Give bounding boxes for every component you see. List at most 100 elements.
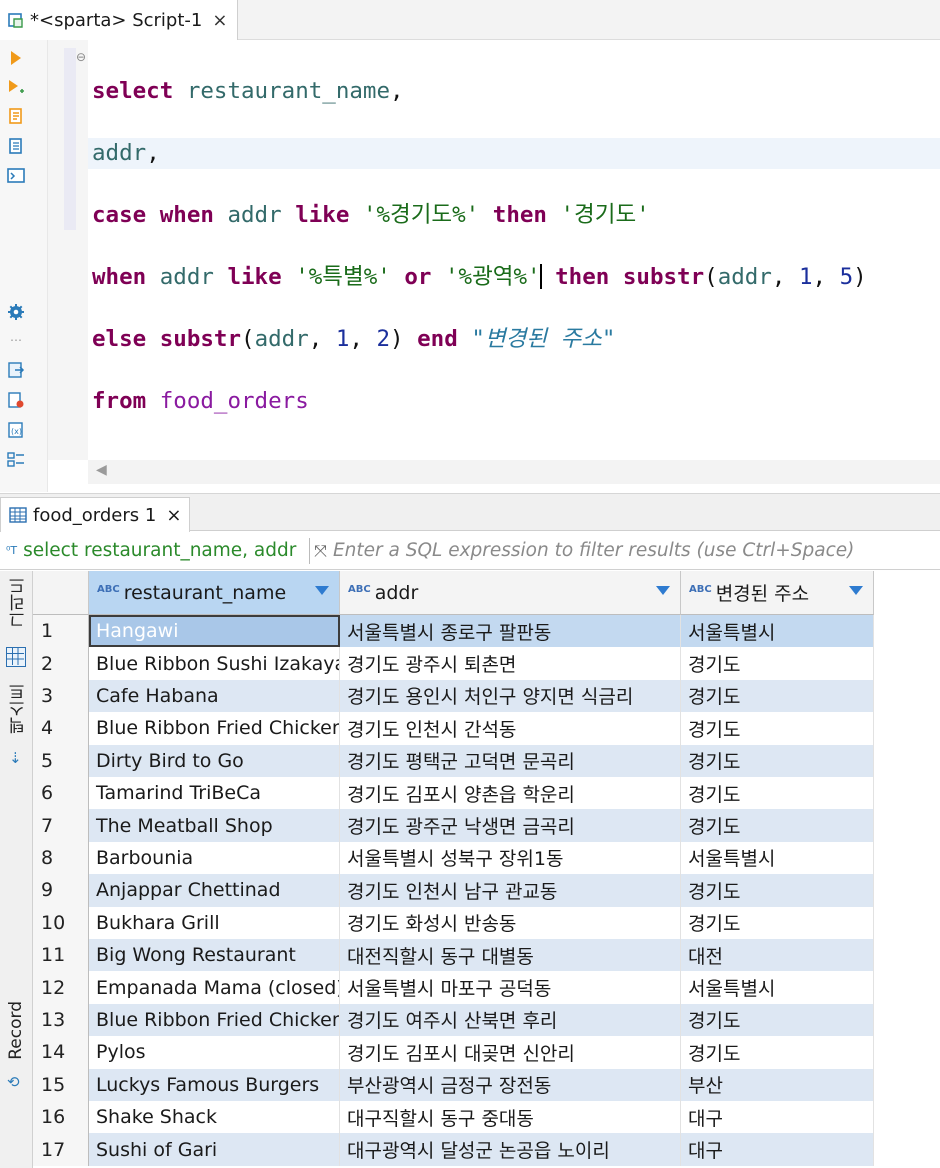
cell-changed-address[interactable]: 서울특별시 <box>681 615 874 648</box>
tab-text[interactable]: 텍스트 <box>6 683 31 734</box>
cell-addr[interactable]: 경기도 인천시 남구 관교동 <box>340 874 681 907</box>
table-row[interactable]: 7 The Meatball Shop 경기도 광주군 낙생면 금곡리 경기도 <box>33 809 874 842</box>
table-row[interactable]: 9 Anjappar Chettinad 경기도 인천시 남구 관교동 경기도 <box>33 874 874 907</box>
cell-addr[interactable]: 경기도 여주시 산북면 후리 <box>340 1003 681 1037</box>
filter-input[interactable]: Enter a SQL expression to filter results… <box>333 540 854 561</box>
cell-changed-address[interactable]: 경기도 <box>681 1036 874 1069</box>
cell-restaurant-name[interactable]: Barbounia <box>89 841 340 875</box>
cell-restaurant-name[interactable]: Anjappar Chettinad <box>89 874 340 907</box>
execute-statement-icon[interactable] <box>6 48 26 68</box>
cell-restaurant-name[interactable]: Blue Ribbon Fried Chicken <box>89 1003 340 1037</box>
cell-addr[interactable]: 대구광역시 달성군 논공읍 노이리 <box>340 1133 681 1166</box>
table-row[interactable]: 10 Bukhara Grill 경기도 화성시 반송동 경기도 <box>33 906 874 939</box>
cell-restaurant-name[interactable]: Luckys Famous Burgers <box>89 1068 340 1101</box>
settings-gear-icon[interactable] <box>6 302 26 322</box>
cell-restaurant-name[interactable]: Sushi of Gari <box>89 1133 340 1166</box>
execute-in-new-tab-icon[interactable] <box>6 78 26 98</box>
cell-restaurant-name[interactable]: Big Wong Restaurant <box>89 939 340 972</box>
cell-changed-address[interactable]: 경기도 <box>681 1003 874 1037</box>
cell-restaurant-name[interactable]: Pylos <box>89 1036 340 1069</box>
table-row[interactable]: 1 Hangawi 서울특별시 종로구 팔판동 서울특별시 <box>33 615 874 648</box>
table-row[interactable]: 16 Shake Shack 대구직할시 동구 중대동 대구 <box>33 1101 874 1134</box>
tab-grid[interactable]: 그리드 <box>6 577 31 628</box>
sort-dropdown-icon[interactable] <box>849 586 863 595</box>
sql-code[interactable]: select restaurant_name, addr, case when … <box>92 45 867 448</box>
cell-changed-address[interactable]: 경기도 <box>681 712 874 745</box>
cell-changed-address[interactable]: 경기도 <box>681 874 874 907</box>
cell-changed-address[interactable]: 경기도 <box>681 744 874 777</box>
close-icon[interactable]: × <box>166 505 181 526</box>
table-row[interactable]: 5 Dirty Bird to Go 경기도 평택군 고덕면 문곡리 경기도 <box>33 744 874 777</box>
column-header-changed-address[interactable]: ABC 변경된 주소 <box>681 571 874 615</box>
tab-food-orders-1[interactable]: food_orders 1 × <box>0 497 190 532</box>
cell-restaurant-name[interactable]: Blue Ribbon Sushi Izakaya <box>89 647 340 680</box>
variables-icon[interactable]: (x) <box>6 420 26 440</box>
collapse-icon[interactable]: ⊖ <box>76 50 86 64</box>
cell-addr[interactable]: 서울특별시 성북구 장위1동 <box>340 841 681 875</box>
new-script-icon[interactable] <box>6 390 26 410</box>
cell-restaurant-name[interactable]: Cafe Habana <box>89 679 340 713</box>
cell-addr[interactable]: 경기도 광주군 낙생면 금곡리 <box>340 809 681 842</box>
terminal-icon[interactable] <box>6 166 26 186</box>
cell-changed-address[interactable]: 대구 <box>681 1133 874 1166</box>
load-script-icon[interactable] <box>6 360 26 380</box>
expand-icon[interactable]: ⤧ <box>314 541 327 561</box>
table-row[interactable]: 14 Pylos 경기도 김포시 대곶면 신안리 경기도 <box>33 1036 874 1069</box>
cell-restaurant-name[interactable]: Hangawi <box>89 615 340 648</box>
query-text[interactable]: select restaurant_name, addr <box>23 540 305 561</box>
cell-changed-address[interactable]: 서울특별시 <box>681 971 874 1004</box>
cell-restaurant-name[interactable]: Shake Shack <box>89 1101 340 1134</box>
cell-addr[interactable]: 대전직할시 동구 대별동 <box>340 939 681 972</box>
cell-changed-address[interactable]: 서울특별시 <box>681 841 874 875</box>
table-row[interactable]: 13 Blue Ribbon Fried Chicken 경기도 여주시 산북면 후… <box>33 1003 874 1037</box>
cell-addr[interactable]: 서울특별시 종로구 팔판동 <box>340 615 681 648</box>
cell-restaurant-name[interactable]: Bukhara Grill <box>89 906 340 939</box>
column-header-addr[interactable]: ABC addr <box>340 571 681 615</box>
cell-changed-address[interactable]: 대전 <box>681 939 874 972</box>
cell-addr[interactable]: 대구직할시 동구 중대동 <box>340 1101 681 1134</box>
tab-script-1[interactable]: *<sparta> Script-1 × <box>0 0 238 40</box>
cell-changed-address[interactable]: 대구 <box>681 1101 874 1134</box>
cell-addr[interactable]: 경기도 용인시 처인구 양지면 식금리 <box>340 679 681 713</box>
cell-changed-address[interactable]: 경기도 <box>681 647 874 680</box>
cell-changed-address[interactable]: 경기도 <box>681 777 874 810</box>
table-row[interactable]: 17 Sushi of Gari 대구광역시 달성군 논공읍 노이리 대구 <box>33 1133 874 1166</box>
table-row[interactable]: 6 Tamarind TriBeCa 경기도 김포시 양촌읍 학운리 경기도 <box>33 777 874 810</box>
sort-dropdown-icon[interactable] <box>315 586 329 595</box>
column-header-restaurant-name[interactable]: ABC restaurant_name <box>89 571 340 615</box>
execute-script-icon[interactable] <box>6 106 26 126</box>
cell-addr[interactable]: 경기도 김포시 양촌읍 학운리 <box>340 777 681 810</box>
outline-icon[interactable] <box>6 450 26 470</box>
cell-changed-address[interactable]: 경기도 <box>681 679 874 713</box>
cell-addr[interactable]: 경기도 인천시 간석동 <box>340 712 681 745</box>
cell-addr[interactable]: 서울특별시 마포구 공덕동 <box>340 971 681 1004</box>
text-view-icon[interactable]: ⇣ <box>9 749 22 767</box>
table-row[interactable]: 4 Blue Ribbon Fried Chicken 경기도 인천시 간석동 경기도 <box>33 712 874 745</box>
cell-addr[interactable]: 경기도 평택군 고덕면 문곡리 <box>340 744 681 777</box>
sort-dropdown-icon[interactable] <box>656 586 670 595</box>
cell-restaurant-name[interactable]: The Meatball Shop <box>89 809 340 842</box>
table-row[interactable]: 11 Big Wong Restaurant 대전직할시 동구 대별동 대전 <box>33 939 874 972</box>
cell-addr[interactable]: 경기도 김포시 대곶면 신안리 <box>340 1036 681 1069</box>
cell-changed-address[interactable]: 부산 <box>681 1068 874 1101</box>
grid-icon[interactable] <box>6 647 26 667</box>
cell-changed-address[interactable]: 경기도 <box>681 809 874 842</box>
cell-changed-address[interactable]: 경기도 <box>681 906 874 939</box>
horizontal-scrollbar[interactable]: ◀ <box>88 460 940 484</box>
table-row[interactable]: 3 Cafe Habana 경기도 용인시 처인구 양지면 식금리 경기도 <box>33 679 874 713</box>
cell-restaurant-name[interactable]: Blue Ribbon Fried Chicken <box>89 712 340 745</box>
record-icon[interactable]: ⟲ <box>7 1073 20 1091</box>
cell-restaurant-name[interactable]: Dirty Bird to Go <box>89 744 340 777</box>
explain-plan-icon[interactable] <box>6 136 26 156</box>
cell-addr[interactable]: 부산광역시 금정구 장전동 <box>340 1068 681 1101</box>
close-icon[interactable]: × <box>212 10 227 31</box>
table-row[interactable]: 8 Barbounia 서울특별시 성북구 장위1동 서울특별시 <box>33 841 874 875</box>
cell-addr[interactable]: 경기도 화성시 반송동 <box>340 906 681 939</box>
table-row[interactable]: 15 Luckys Famous Burgers 부산광역시 금정구 장전동 부산 <box>33 1068 874 1101</box>
table-row[interactable]: 2 Blue Ribbon Sushi Izakaya 경기도 광주시 퇴촌면 경기도 <box>33 647 874 680</box>
cell-restaurant-name[interactable]: Empanada Mama (closed) <box>89 971 340 1004</box>
tab-record[interactable]: Record <box>6 1001 26 1060</box>
cell-addr[interactable]: 경기도 광주시 퇴촌면 <box>340 647 681 680</box>
scroll-left-icon[interactable]: ◀ <box>96 462 107 478</box>
table-row[interactable]: 12 Empanada Mama (closed) 서울특별시 마포구 공덕동 서울특… <box>33 971 874 1004</box>
